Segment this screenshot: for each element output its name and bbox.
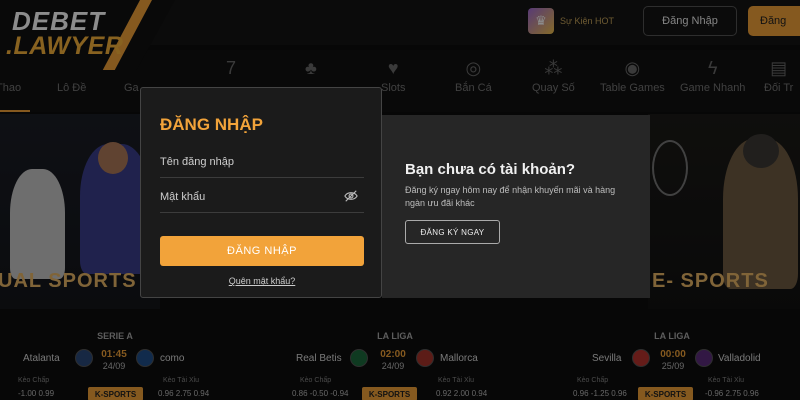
password-field[interactable]: Mật khẩu	[160, 183, 364, 213]
password-placeholder: Mật khẩu	[160, 191, 206, 203]
username-field[interactable]: Tên đăng nhập	[160, 148, 364, 178]
promo-title: Bạn chưa có tài khoản?	[405, 161, 576, 178]
eye-slash-icon[interactable]	[344, 189, 358, 203]
promo-description: Đăng ký ngay hôm nay để nhận khuyến mãi …	[405, 185, 616, 208]
login-modal: ĐĂNG NHẬP Tên đăng nhập Mật khẩu ĐĂNG NH…	[140, 87, 650, 298]
login-title: ĐĂNG NHẬP	[160, 115, 263, 134]
login-submit-button[interactable]: ĐĂNG NHẬP	[160, 236, 364, 266]
login-form: ĐĂNG NHẬP Tên đăng nhập Mật khẩu ĐĂNG NH…	[140, 87, 382, 298]
forgot-password-link[interactable]: Quên mật khẩu?	[141, 276, 383, 286]
register-now-button[interactable]: ĐĂNG KÝ NGAY	[405, 220, 500, 244]
signup-promo-panel: Bạn chưa có tài khoản? Đăng ký ngay hôm …	[382, 115, 650, 298]
username-placeholder: Tên đăng nhập	[160, 156, 235, 168]
